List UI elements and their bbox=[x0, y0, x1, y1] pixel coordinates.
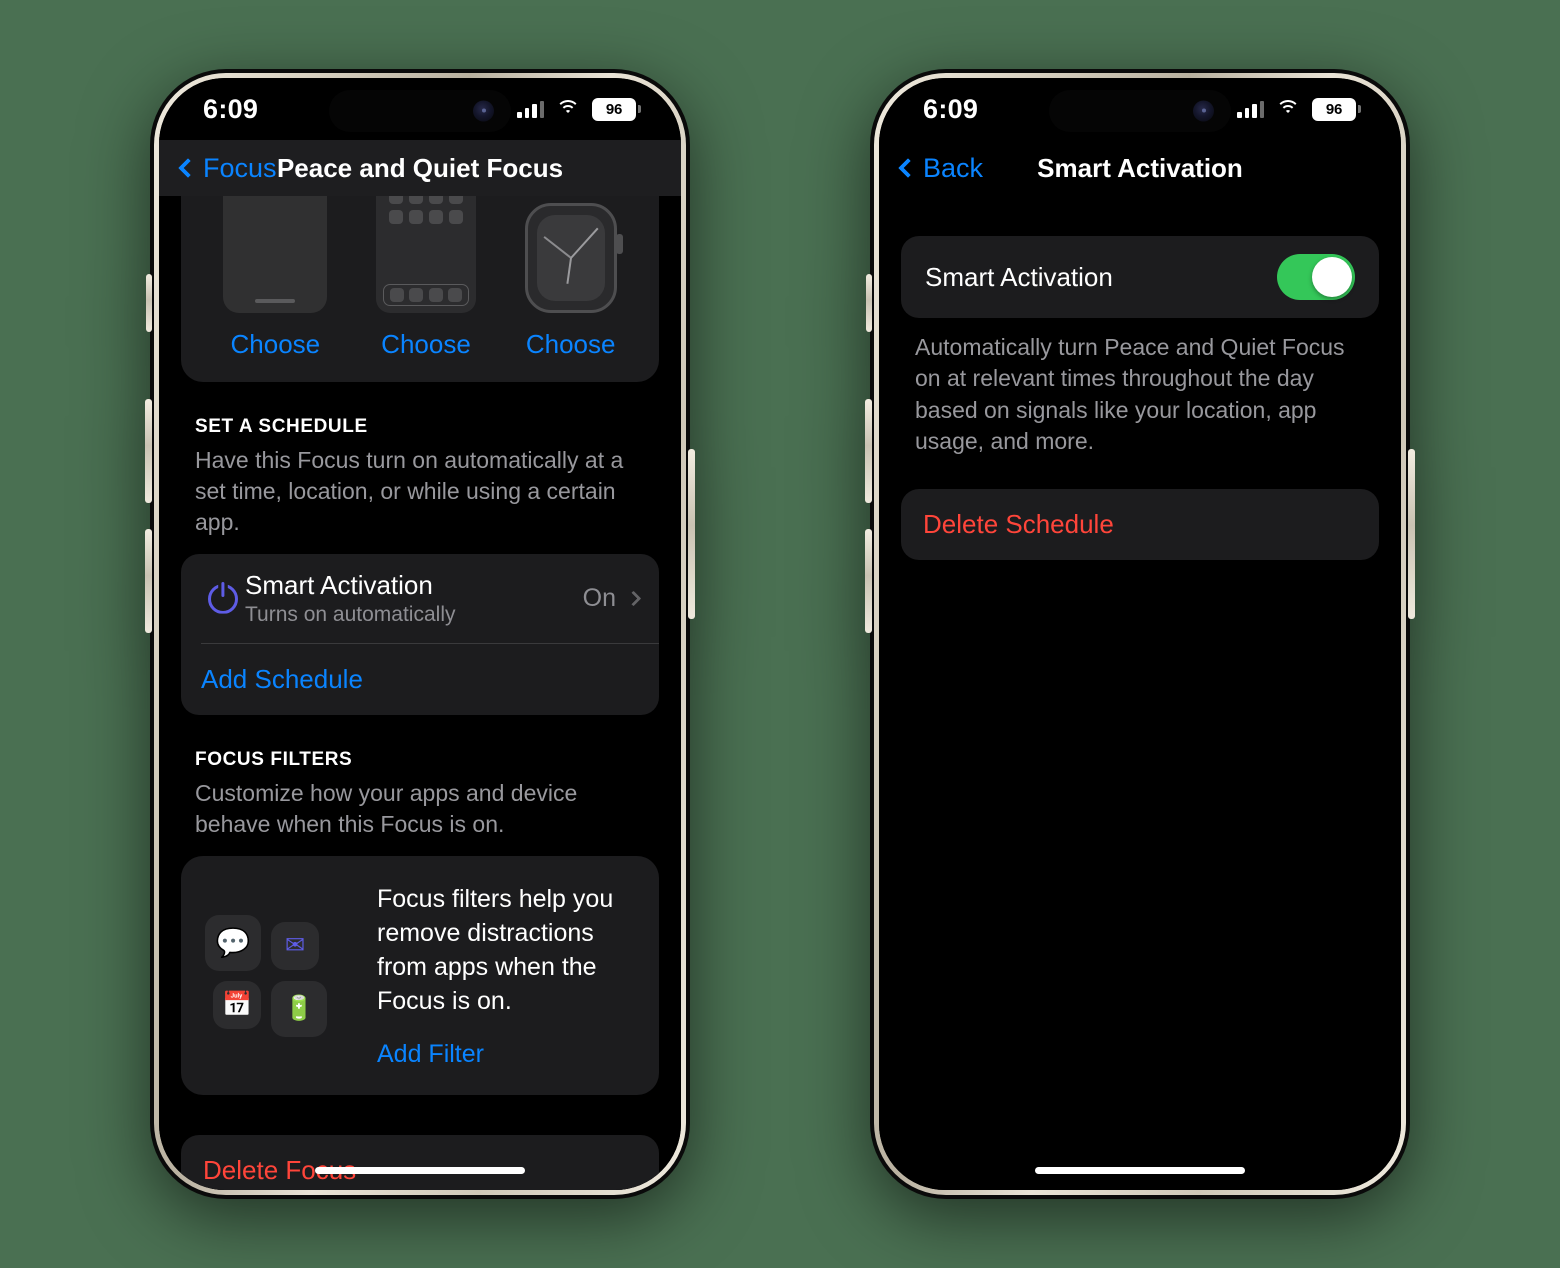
cellular-bars-icon bbox=[1237, 100, 1264, 118]
home-screen-preview-icon bbox=[375, 196, 476, 313]
battery-low-icon: 🔋 bbox=[271, 980, 327, 1037]
choose-lock-screen-label[interactable]: Choose bbox=[231, 329, 321, 360]
delete-focus-group[interactable]: Delete Focus bbox=[181, 1135, 659, 1190]
customize-home-screen[interactable]: Choose bbox=[375, 196, 476, 360]
home-indicator bbox=[1035, 1167, 1245, 1174]
add-filter-button[interactable]: Add Filter bbox=[377, 1040, 484, 1069]
back-button-label: Back bbox=[923, 152, 984, 183]
smart-activation-description: Automatically turn Peace and Quiet Focus… bbox=[915, 334, 1345, 454]
volume-down-button[interactable] bbox=[145, 529, 152, 633]
set-a-schedule-header: SET A SCHEDULE bbox=[195, 416, 368, 437]
iphone-device-smart-activation: 6:09 96 Back Smart Activation Smart Acti… bbox=[865, 69, 1415, 1199]
smart-activation-value: On bbox=[582, 584, 616, 613]
back-button[interactable]: Back bbox=[898, 152, 984, 184]
envelope-icon: ✉ bbox=[271, 921, 319, 970]
front-camera-icon bbox=[1193, 100, 1214, 122]
toggle-knob bbox=[1312, 257, 1352, 297]
smart-activation-toggle-label: Smart Activation bbox=[925, 261, 1113, 292]
battery-icon: 96 bbox=[592, 97, 641, 121]
volume-up-button[interactable] bbox=[145, 399, 152, 503]
cellular-bars-icon bbox=[517, 100, 544, 118]
wifi-icon bbox=[556, 100, 580, 118]
add-schedule-label[interactable]: Add Schedule bbox=[201, 664, 363, 695]
scroll-content[interactable]: Choose Choose Choose SET A SCHEDULE Have… bbox=[159, 196, 681, 1190]
delete-schedule-button[interactable]: Delete Schedule bbox=[923, 509, 1357, 540]
iphone-device-focus-detail: 6:09 96 Focus Peace and Quiet Focus Choo… bbox=[145, 69, 695, 1199]
smart-activation-toggle[interactable] bbox=[1277, 254, 1355, 300]
status-time: 6:09 bbox=[923, 93, 979, 124]
message-bubble-icon: 💬 bbox=[205, 914, 261, 971]
screen-smart-activation: 6:09 96 Back Smart Activation Smart Acti… bbox=[879, 78, 1401, 1190]
schedule-group: Smart Activation Turns on automatically … bbox=[181, 554, 659, 716]
power-button[interactable] bbox=[688, 449, 695, 619]
device-screen-bezel: 6:09 96 Back Smart Activation Smart Acti… bbox=[879, 78, 1401, 1190]
delete-schedule-group[interactable]: Delete Schedule bbox=[901, 489, 1379, 561]
battery-percent-label: 96 bbox=[1325, 100, 1343, 118]
screen-focus-detail: 6:09 96 Focus Peace and Quiet Focus Choo… bbox=[159, 78, 681, 1190]
customize-appearance-card: Choose Choose Choose bbox=[181, 196, 659, 382]
smart-activation-toggle-row[interactable]: Smart Activation bbox=[901, 236, 1379, 318]
smart-activation-row[interactable]: Smart Activation Turns on automatically … bbox=[181, 554, 659, 643]
power-button[interactable] bbox=[1408, 449, 1415, 619]
scroll-content[interactable]: Smart Activation Automatically turn Peac… bbox=[879, 196, 1401, 1190]
status-indicators: 96 bbox=[1237, 97, 1361, 121]
back-button-focus[interactable]: Focus bbox=[178, 152, 277, 184]
focus-filters-header: FOCUS FILTERS bbox=[195, 749, 353, 771]
status-indicators: 96 bbox=[517, 97, 641, 121]
navigation-bar: Focus Peace and Quiet Focus bbox=[159, 140, 681, 196]
smart-activation-toggle-group: Smart Activation bbox=[901, 236, 1379, 318]
chevron-left-icon bbox=[178, 158, 198, 178]
dynamic-island bbox=[1049, 90, 1231, 132]
battery-icon: 96 bbox=[1312, 97, 1361, 121]
chevron-left-icon bbox=[898, 158, 918, 178]
smart-activation-title: Smart Activation bbox=[245, 570, 433, 601]
screenshot-stage: 6:09 96 Focus Peace and Quiet Focus Choo… bbox=[0, 0, 1560, 1268]
power-icon bbox=[201, 581, 245, 614]
volume-down-button[interactable] bbox=[865, 529, 872, 633]
choose-home-screen-label[interactable]: Choose bbox=[381, 329, 471, 360]
customize-watch-face[interactable]: Choose bbox=[524, 203, 623, 360]
wifi-icon bbox=[1276, 100, 1300, 118]
navigation-bar: Back Smart Activation bbox=[879, 140, 1401, 196]
lock-screen-preview-icon bbox=[223, 196, 328, 313]
silent-switch-button[interactable] bbox=[146, 274, 152, 332]
focus-filters-promo-card: 💬 ✉ 📅 🔋 Focus filters help you remove di… bbox=[181, 856, 659, 1096]
customize-lock-screen[interactable]: Choose bbox=[223, 196, 328, 360]
apple-watch-preview-icon bbox=[524, 203, 623, 313]
dynamic-island bbox=[329, 90, 511, 132]
focus-filters-description: Customize how your apps and device behav… bbox=[195, 780, 578, 838]
home-indicator bbox=[315, 1167, 525, 1174]
silent-switch-button[interactable] bbox=[866, 274, 872, 332]
set-a-schedule-description: Have this Focus turn on automatically at… bbox=[195, 447, 624, 536]
volume-up-button[interactable] bbox=[865, 399, 872, 503]
chevron-right-icon bbox=[625, 590, 642, 607]
battery-percent-label: 96 bbox=[605, 100, 623, 118]
filter-icon-grid: 💬 ✉ 📅 🔋 bbox=[205, 882, 355, 1069]
device-screen-bezel: 6:09 96 Focus Peace and Quiet Focus Choo… bbox=[159, 78, 681, 1190]
choose-watch-face-label[interactable]: Choose bbox=[526, 329, 616, 360]
calendar-icon: 📅 bbox=[213, 980, 261, 1029]
focus-filters-promo-copy: Focus filters help you remove distractio… bbox=[377, 885, 614, 1016]
front-camera-icon bbox=[473, 100, 494, 122]
back-button-label: Focus bbox=[203, 152, 277, 183]
status-time: 6:09 bbox=[203, 93, 259, 124]
add-schedule-row[interactable]: Add Schedule bbox=[181, 643, 659, 715]
smart-activation-subtitle: Turns on automatically bbox=[245, 603, 456, 627]
